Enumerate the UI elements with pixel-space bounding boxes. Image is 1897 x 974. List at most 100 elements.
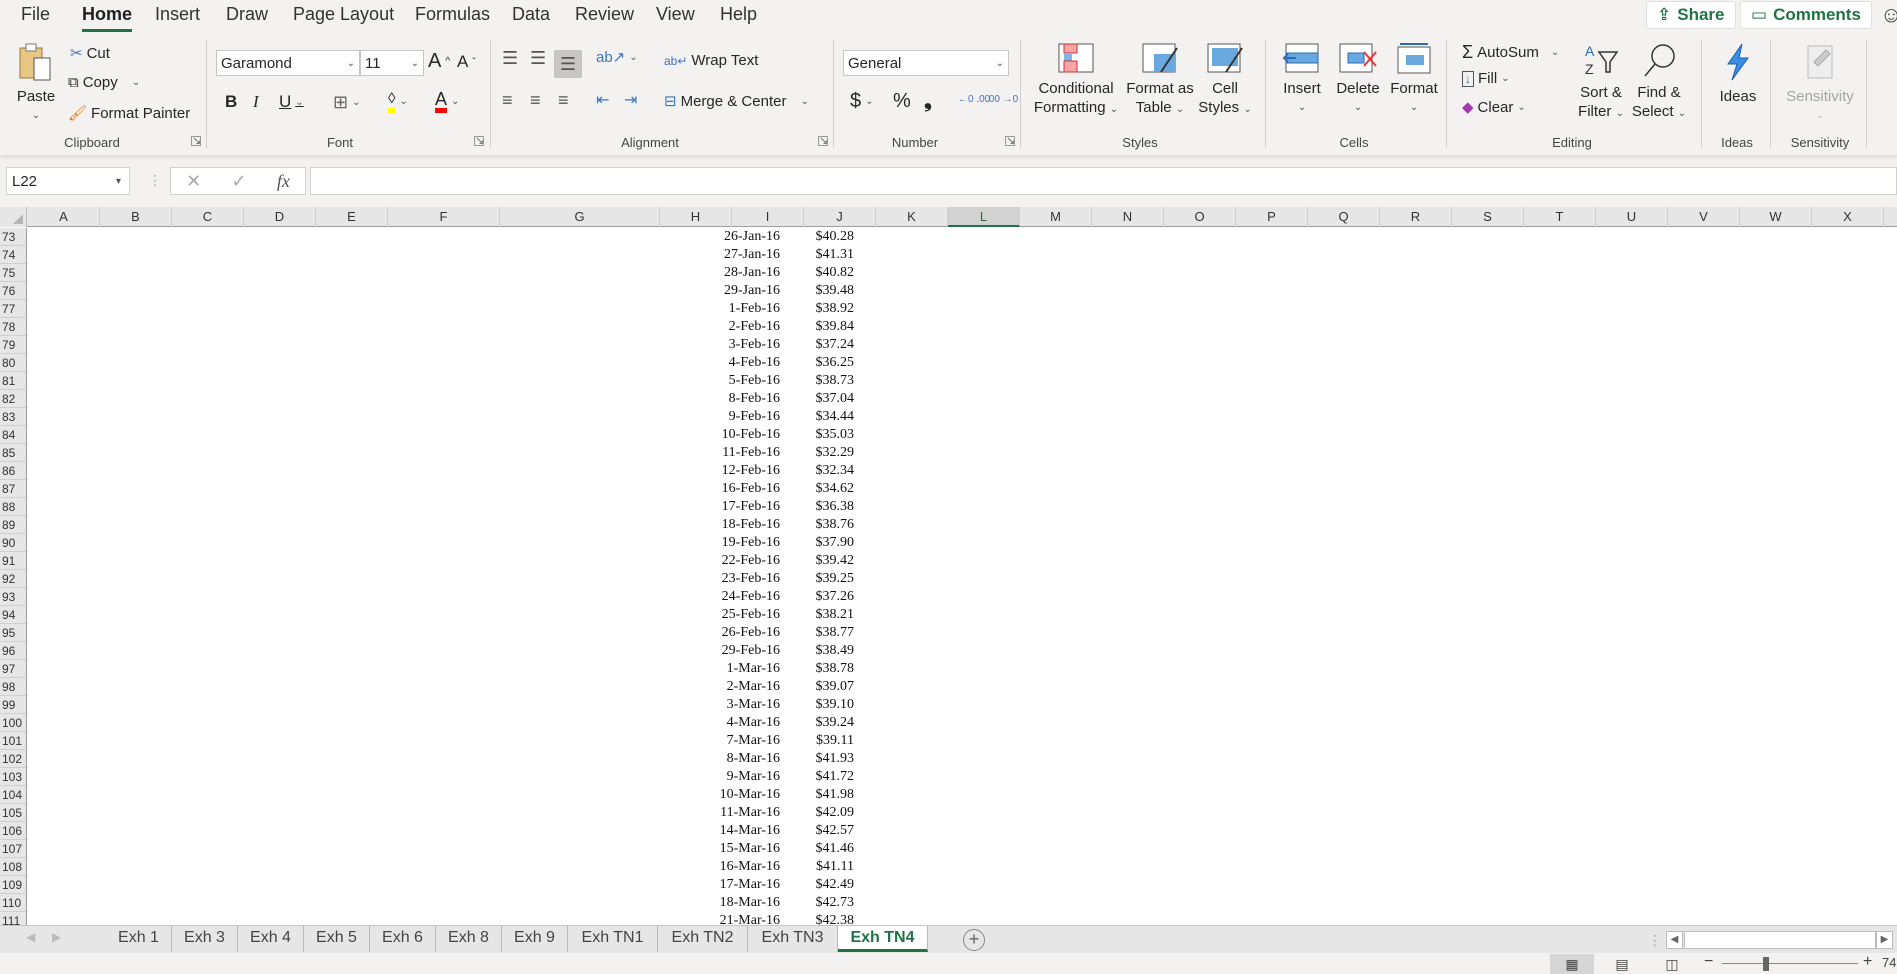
price-cell[interactable]: $39.42 xyxy=(790,552,855,570)
date-cell[interactable]: 16-Mar-16 xyxy=(690,858,780,876)
date-cell[interactable]: 9-Mar-16 xyxy=(690,768,780,786)
row-header[interactable]: 105 xyxy=(0,804,26,822)
clear-button[interactable]: ◆ Clear ⌄ xyxy=(1462,98,1526,117)
price-cell[interactable]: $41.11 xyxy=(790,858,854,876)
price-cell[interactable]: $32.34 xyxy=(790,462,855,480)
comma-style-button[interactable]: ❟ xyxy=(924,90,932,113)
row-header[interactable]: 81 xyxy=(0,372,26,390)
sheet-tab[interactable]: Exh 4 xyxy=(238,926,304,952)
cancel-icon[interactable]: ✕ xyxy=(186,171,201,192)
paste-button[interactable]: Paste ⌄ xyxy=(14,42,58,125)
tab-view[interactable]: View xyxy=(656,4,695,25)
date-cell[interactable]: 9-Feb-16 xyxy=(690,408,780,426)
sheet-tab[interactable]: Exh TN4 xyxy=(838,926,928,952)
bottom-align-button[interactable]: ☰ xyxy=(554,50,582,78)
column-header-w[interactable]: W xyxy=(1740,207,1812,227)
date-cell[interactable]: 14-Mar-16 xyxy=(690,822,780,840)
column-header-k[interactable]: K xyxy=(876,207,948,227)
borders-button[interactable]: ⊞ ⌄ xyxy=(333,92,360,113)
date-cell[interactable]: 16-Feb-16 xyxy=(690,480,780,498)
date-cell[interactable]: 10-Mar-16 xyxy=(690,786,780,804)
price-cell[interactable]: $39.07 xyxy=(790,678,855,696)
normal-view-button[interactable]: ▦ xyxy=(1550,954,1594,974)
price-cell[interactable]: $38.73 xyxy=(790,372,855,390)
price-cell[interactable]: $42.57 xyxy=(790,822,855,840)
decrease-decimal-button[interactable]: .00 →0 xyxy=(986,94,1018,105)
scroll-right-button[interactable]: ▶ xyxy=(1876,931,1893,949)
zoom-level[interactable]: 74% xyxy=(1882,955,1897,970)
tab-data[interactable]: Data xyxy=(512,4,550,25)
date-cell[interactable]: 11-Mar-16 xyxy=(690,804,780,822)
price-cell[interactable]: $37.26 xyxy=(790,588,855,606)
cut-button[interactable]: ✂ Cut xyxy=(70,44,110,63)
select-all-button[interactable] xyxy=(0,207,27,227)
shrink-font-button[interactable]: Aˇ xyxy=(457,52,476,72)
tab-file[interactable]: File xyxy=(21,4,50,25)
date-cell[interactable]: 12-Feb-16 xyxy=(690,462,780,480)
row-header[interactable]: 103 xyxy=(0,768,26,786)
price-cell[interactable]: $39.25 xyxy=(790,570,855,588)
feedback-smiley-icon[interactable]: ☺ xyxy=(1880,2,1897,28)
orientation-button[interactable]: ab↗ ⌄ xyxy=(596,48,638,66)
sheet-tab[interactable]: Exh 6 xyxy=(370,926,436,952)
price-cell[interactable]: $38.76 xyxy=(790,516,855,534)
price-cell[interactable]: $37.04 xyxy=(790,390,855,408)
column-header-c[interactable]: C xyxy=(172,207,244,227)
price-cell[interactable]: $38.78 xyxy=(790,660,855,678)
row-header[interactable]: 85 xyxy=(0,444,26,462)
italic-button[interactable]: I xyxy=(253,92,259,112)
price-cell[interactable]: $38.21 xyxy=(790,606,855,624)
sheet-tab[interactable]: Exh 3 xyxy=(172,926,238,952)
increase-indent-button[interactable]: ⇥ xyxy=(624,90,637,110)
date-cell[interactable]: 4-Feb-16 xyxy=(690,354,780,372)
align-center-button[interactable]: ≡ xyxy=(530,90,541,111)
fill-button[interactable]: ↓ Fill ⌄ xyxy=(1462,70,1510,87)
tab-review[interactable]: Review xyxy=(575,4,634,25)
row-header[interactable]: 106 xyxy=(0,822,26,840)
column-header-x[interactable]: X xyxy=(1812,207,1884,227)
row-header[interactable]: 82 xyxy=(0,390,26,408)
conditional-formatting-button[interactable]: Conditional Formatting ⌄ xyxy=(1028,42,1124,119)
date-cell[interactable]: 29-Jan-16 xyxy=(690,282,780,300)
date-cell[interactable]: 1-Feb-16 xyxy=(690,300,780,318)
row-header[interactable]: 86 xyxy=(0,462,26,480)
percent-button[interactable]: % xyxy=(893,90,911,113)
row-header[interactable]: 73 xyxy=(0,228,26,246)
fill-color-button[interactable]: ◊ ⌄ xyxy=(388,90,408,113)
column-header-n[interactable]: N xyxy=(1092,207,1164,227)
date-cell[interactable]: 8-Feb-16 xyxy=(690,390,780,408)
date-cell[interactable]: 3-Mar-16 xyxy=(690,696,780,714)
row-header[interactable]: 102 xyxy=(0,750,26,768)
row-header[interactable]: 75 xyxy=(0,264,26,282)
row-header[interactable]: 96 xyxy=(0,642,26,660)
zoom-slider-track[interactable] xyxy=(1722,963,1858,964)
sensitivity-button[interactable]: Sensitivity ⌄ xyxy=(1780,42,1860,125)
row-header[interactable]: 87 xyxy=(0,480,26,498)
date-cell[interactable]: 5-Feb-16 xyxy=(690,372,780,390)
zoom-out-button[interactable]: − xyxy=(1704,953,1713,971)
row-header[interactable]: 94 xyxy=(0,606,26,624)
column-header-o[interactable]: O xyxy=(1164,207,1236,227)
tab-help[interactable]: Help xyxy=(720,4,757,25)
date-cell[interactable]: 18-Feb-16 xyxy=(690,516,780,534)
date-cell[interactable]: 22-Feb-16 xyxy=(690,552,780,570)
price-cell[interactable]: $39.10 xyxy=(790,696,855,714)
column-header-q[interactable]: Q xyxy=(1308,207,1380,227)
row-header[interactable]: 107 xyxy=(0,840,26,858)
date-cell[interactable]: 7-Mar-16 xyxy=(690,732,780,750)
clipboard-launcher-icon[interactable]: ↘ xyxy=(191,136,201,147)
price-cell[interactable]: $41.93 xyxy=(790,750,855,768)
date-cell[interactable]: 26-Feb-16 xyxy=(690,624,780,642)
price-cell[interactable]: $41.46 xyxy=(790,840,855,858)
sheet-tab[interactable]: Exh 5 xyxy=(304,926,370,952)
price-cell[interactable]: $39.48 xyxy=(790,282,855,300)
row-header[interactable]: 99 xyxy=(0,696,26,714)
insert-function-icon[interactable]: fx xyxy=(277,171,290,192)
sheet-tab[interactable]: Exh 9 xyxy=(502,926,568,952)
date-cell[interactable]: 11-Feb-16 xyxy=(690,444,780,462)
date-cell[interactable]: 23-Feb-16 xyxy=(690,570,780,588)
number-launcher-icon[interactable]: ↘ xyxy=(1005,136,1015,147)
date-cell[interactable]: 15-Mar-16 xyxy=(690,840,780,858)
column-header-r[interactable]: R xyxy=(1380,207,1452,227)
sheet-tab[interactable]: Exh TN1 xyxy=(568,926,658,952)
